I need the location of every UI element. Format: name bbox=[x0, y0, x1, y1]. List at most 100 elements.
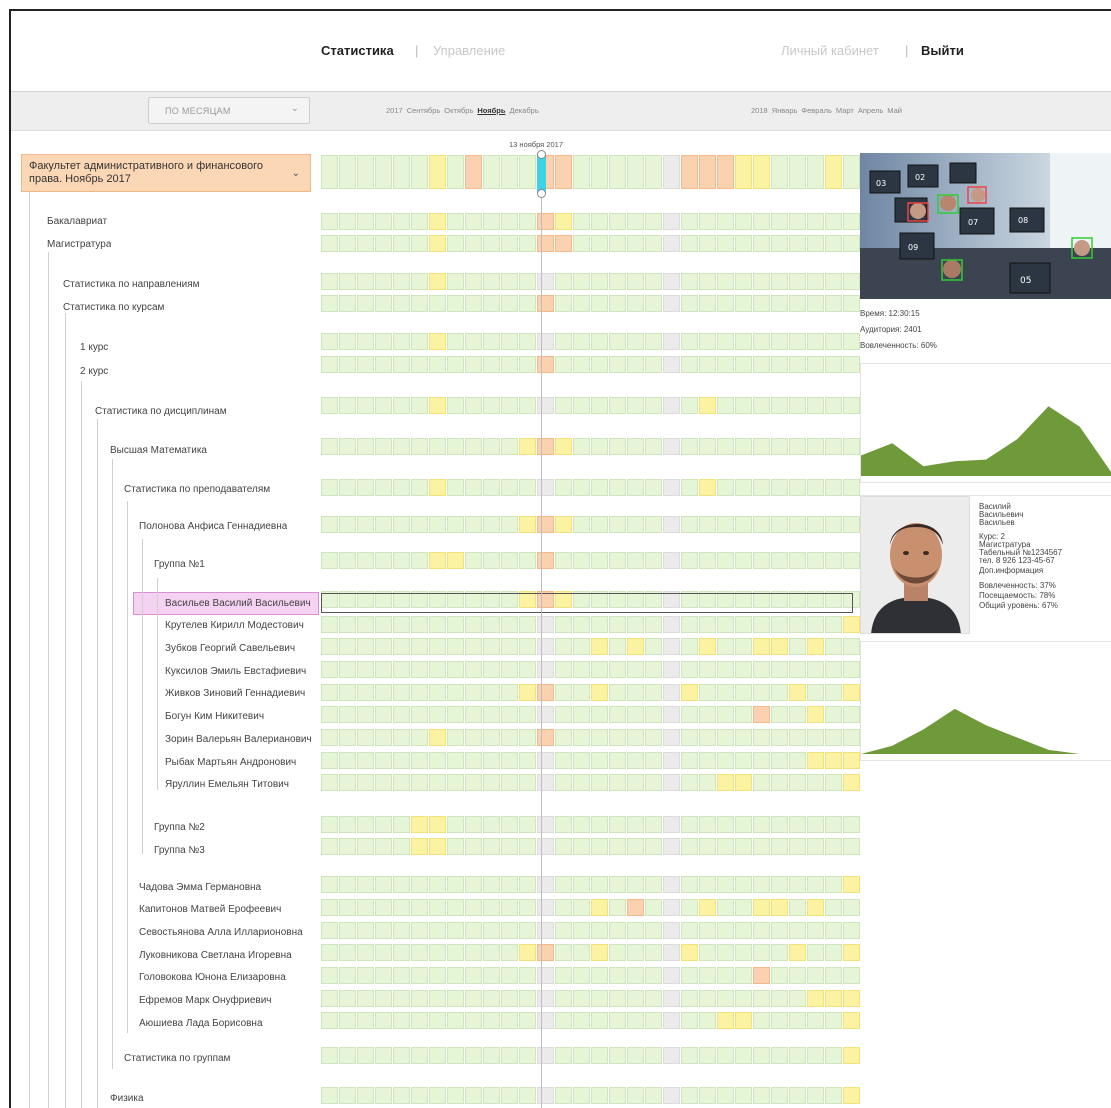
heatmap-cell[interactable] bbox=[555, 616, 572, 633]
heatmap-cell[interactable] bbox=[339, 552, 356, 569]
heatmap-cell[interactable] bbox=[537, 684, 554, 701]
heatmap-cell[interactable] bbox=[591, 1087, 608, 1104]
heatmap-cell[interactable] bbox=[825, 752, 842, 769]
heatmap-cell[interactable] bbox=[537, 729, 554, 746]
heatmap-cell[interactable] bbox=[789, 213, 806, 230]
heatmap-cell[interactable] bbox=[411, 235, 428, 252]
heatmap-cell[interactable] bbox=[789, 752, 806, 769]
heatmap-cell[interactable] bbox=[645, 397, 662, 414]
heatmap-cell[interactable] bbox=[735, 706, 752, 723]
heatmap-cell[interactable] bbox=[699, 661, 716, 678]
heatmap-cell[interactable] bbox=[753, 706, 770, 723]
heatmap-cell[interactable] bbox=[681, 295, 698, 312]
heatmap-cell[interactable] bbox=[483, 729, 500, 746]
heatmap-cell[interactable] bbox=[663, 1012, 680, 1029]
heatmap-cell[interactable] bbox=[357, 333, 374, 350]
heatmap-cell[interactable] bbox=[771, 944, 788, 961]
heatmap-cell[interactable] bbox=[591, 155, 608, 189]
heatmap-cell[interactable] bbox=[843, 1047, 860, 1064]
heatmap-cell[interactable] bbox=[519, 438, 536, 455]
heatmap-cell[interactable] bbox=[717, 899, 734, 916]
heatmap-cell[interactable] bbox=[393, 213, 410, 230]
heatmap-cell[interactable] bbox=[825, 333, 842, 350]
heatmap-cell[interactable] bbox=[393, 816, 410, 833]
heatmap-cell[interactable] bbox=[339, 616, 356, 633]
heatmap-cell[interactable] bbox=[357, 944, 374, 961]
heatmap-cell[interactable] bbox=[393, 838, 410, 855]
heatmap-cell[interactable] bbox=[501, 155, 518, 189]
heatmap-cell[interactable] bbox=[393, 774, 410, 791]
heatmap-cell[interactable] bbox=[771, 684, 788, 701]
heatmap-cell[interactable] bbox=[483, 333, 500, 350]
heatmap-cell[interactable] bbox=[573, 899, 590, 916]
heatmap-cell[interactable] bbox=[681, 397, 698, 414]
heatmap-cell[interactable] bbox=[699, 944, 716, 961]
heatmap-cell[interactable] bbox=[591, 333, 608, 350]
heatmap-cell[interactable] bbox=[735, 1012, 752, 1029]
heatmap-cell[interactable] bbox=[321, 774, 338, 791]
heatmap-cell[interactable] bbox=[411, 213, 428, 230]
heatmap-cell[interactable] bbox=[447, 944, 464, 961]
heatmap-cell[interactable] bbox=[591, 1047, 608, 1064]
heatmap-cell[interactable] bbox=[789, 438, 806, 455]
heatmap-cell[interactable] bbox=[393, 729, 410, 746]
heatmap-cell[interactable] bbox=[807, 552, 824, 569]
heatmap-cell[interactable] bbox=[735, 876, 752, 893]
heatmap-cell[interactable] bbox=[753, 967, 770, 984]
heatmap-cell[interactable] bbox=[393, 235, 410, 252]
heatmap-cell[interactable] bbox=[393, 273, 410, 290]
heatmap-cell[interactable] bbox=[501, 273, 518, 290]
heatmap-cell[interactable] bbox=[537, 235, 554, 252]
heatmap-cell[interactable] bbox=[429, 295, 446, 312]
heatmap-cell[interactable] bbox=[789, 479, 806, 496]
heatmap-cell[interactable] bbox=[573, 876, 590, 893]
heatmap-cell[interactable] bbox=[465, 438, 482, 455]
heatmap-cell[interactable] bbox=[663, 397, 680, 414]
heatmap-cell[interactable] bbox=[501, 1087, 518, 1104]
heatmap-cell[interactable] bbox=[519, 729, 536, 746]
heatmap-cell[interactable] bbox=[555, 273, 572, 290]
heatmap-cell[interactable] bbox=[321, 479, 338, 496]
tree-student[interactable]: Богун Ким Никитевич bbox=[165, 711, 315, 722]
heatmap-cell[interactable] bbox=[429, 235, 446, 252]
heatmap-cell[interactable] bbox=[843, 273, 860, 290]
heatmap-cell[interactable] bbox=[537, 706, 554, 723]
heatmap-cell[interactable] bbox=[483, 838, 500, 855]
heatmap-cell[interactable] bbox=[501, 1012, 518, 1029]
heatmap-cell[interactable] bbox=[807, 516, 824, 533]
heatmap-cell[interactable] bbox=[591, 438, 608, 455]
heatmap-cell[interactable] bbox=[519, 706, 536, 723]
heatmap-cell[interactable] bbox=[681, 438, 698, 455]
heatmap-cell[interactable] bbox=[663, 479, 680, 496]
heatmap-cell[interactable] bbox=[465, 706, 482, 723]
heatmap-cell[interactable] bbox=[429, 273, 446, 290]
heatmap-cell[interactable] bbox=[807, 397, 824, 414]
heatmap-cell[interactable] bbox=[717, 944, 734, 961]
tree-by-group[interactable]: Статистика по группам bbox=[124, 1053, 230, 1064]
heatmap-cell[interactable] bbox=[465, 213, 482, 230]
heatmap-cell[interactable] bbox=[717, 1012, 734, 1029]
heatmap-cell[interactable] bbox=[501, 638, 518, 655]
heatmap-cell[interactable] bbox=[483, 235, 500, 252]
heatmap-cell[interactable] bbox=[753, 684, 770, 701]
heatmap-cell[interactable] bbox=[357, 295, 374, 312]
heatmap-cell[interactable] bbox=[591, 516, 608, 533]
tree-teacher[interactable]: Ефремов Марк Онуфриевич bbox=[139, 995, 319, 1006]
today-marker[interactable] bbox=[537, 150, 546, 198]
heatmap-cell[interactable] bbox=[411, 356, 428, 373]
heatmap-cell[interactable] bbox=[411, 516, 428, 533]
heatmap-cell[interactable] bbox=[483, 616, 500, 633]
heatmap-cell[interactable] bbox=[573, 922, 590, 939]
heatmap-cell[interactable] bbox=[519, 876, 536, 893]
heatmap-cell[interactable] bbox=[519, 1012, 536, 1029]
heatmap-cell[interactable] bbox=[339, 729, 356, 746]
heatmap-cell[interactable] bbox=[375, 1012, 392, 1029]
heatmap-cell[interactable] bbox=[663, 752, 680, 769]
tree-group-1[interactable]: Группа №1 bbox=[154, 559, 205, 570]
heatmap-cell[interactable] bbox=[645, 967, 662, 984]
heatmap-cell[interactable] bbox=[339, 661, 356, 678]
heatmap-cell[interactable] bbox=[753, 213, 770, 230]
heatmap-cell[interactable] bbox=[771, 155, 788, 189]
heatmap-cell[interactable] bbox=[321, 295, 338, 312]
heatmap-cell[interactable] bbox=[465, 356, 482, 373]
